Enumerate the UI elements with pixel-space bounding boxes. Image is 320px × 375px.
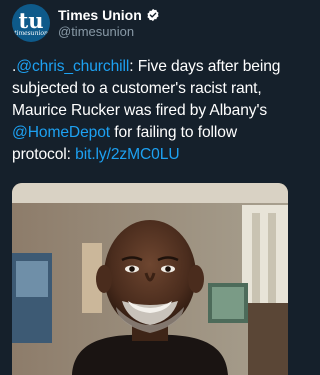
avatar-logo-text: tu bbox=[18, 8, 44, 33]
account-handle[interactable]: @timesunion bbox=[58, 24, 160, 40]
account-names: Times Union @timesunion bbox=[58, 7, 160, 40]
name-row: Times Union bbox=[58, 7, 160, 24]
tweet-card: tu timesunion Times Union @timesunion .@… bbox=[0, 0, 300, 375]
mention-link-chris-churchill[interactable]: @chris_churchill bbox=[16, 58, 129, 75]
avatar[interactable]: tu timesunion bbox=[12, 4, 50, 42]
display-name[interactable]: Times Union bbox=[58, 7, 142, 24]
mention-link-homedepot[interactable]: @HomeDepot bbox=[12, 124, 110, 141]
verified-badge-icon bbox=[146, 8, 160, 22]
tweet-url-link[interactable]: bit.ly/2zMC0LU bbox=[75, 146, 179, 163]
tweet-photo[interactable] bbox=[12, 183, 288, 375]
photo-illustration bbox=[12, 183, 288, 375]
tweet-header: tu timesunion Times Union @timesunion bbox=[12, 0, 160, 46]
tweet-text: .@chris_churchill: Five days after being… bbox=[12, 56, 294, 166]
avatar-logo-subtext: timesunion bbox=[14, 30, 48, 37]
